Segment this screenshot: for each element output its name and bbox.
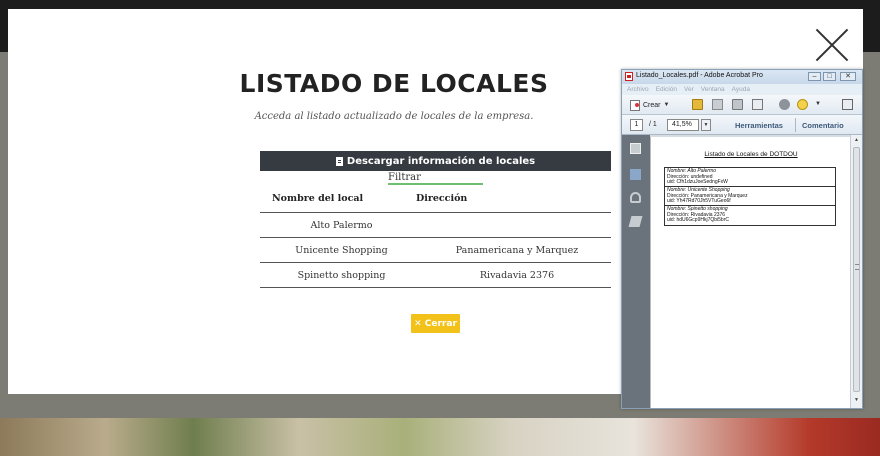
menu-ayuda[interactable]: Ayuda [732,84,750,95]
modal-title: LISTADO DE LOCALES [239,69,549,98]
save-icon[interactable] [712,99,723,110]
grip-icon [855,264,859,270]
acrobat-window: Listado_Locales.pdf - Adobe Acrobat Pro … [621,69,863,409]
local-address: Panamericana y Marquez [455,245,579,256]
scroll-down-icon[interactable]: ▼ [852,397,861,405]
zoom-input[interactable]: 41,5% [667,119,699,131]
acrobat-navbar: 1 / 1 41,5% ▼ Herramientas Comentario [622,115,862,135]
pdf-viewport[interactable]: Listado de Locales de DOTDOU Nombre: Alt… [650,135,850,408]
local-name: Unicente Shopping [295,245,388,256]
pdf-page: Listado de Locales de DOTDOU Nombre: Alt… [650,137,850,408]
pdf-icon [625,72,633,81]
acrobat-titlebar[interactable]: Listado_Locales.pdf - Adobe Acrobat Pro … [622,70,862,84]
menu-archivo[interactable]: Archivo [627,84,649,95]
table-row: Alto Palermo [260,212,611,237]
close-icon[interactable] [814,27,850,63]
pdf-entry-uid: uid: hdU6Gcp9Hkj7Qbi5brC [667,217,729,224]
create-pdf-icon [630,99,640,111]
print-icon[interactable] [732,99,743,110]
pdf-entry: Nombre: Spinetto shopping Dirección: Riv… [665,206,835,225]
menu-ventana[interactable]: Ventana [701,84,725,95]
cerrar-button[interactable]: ✕ Cerrar [411,314,460,333]
create-label: Crear [643,101,661,109]
zoom-dropdown[interactable]: ▼ [701,119,711,131]
pdf-entry: Nombre: Alto Palermo Dirección: undefine… [665,168,835,187]
chevron-down-icon: ▼ [663,102,670,108]
acrobat-toolbar: Crear ▼ ▼ [622,95,862,115]
download-label: Descargar información de locales [346,155,536,167]
gear-icon[interactable] [779,99,790,110]
acrobat-window-title: Listado_Locales.pdf - Adobe Acrobat Pro [636,72,763,79]
tools-link[interactable]: Herramientas [735,121,783,130]
column-header-name: Nombre del local [272,193,364,204]
local-name: Alto Palermo [310,220,373,231]
bookmark-icon[interactable] [630,169,641,180]
modal-subtitle: Acceda al listado actualizado de locales… [254,111,534,122]
local-name: Spinetto shopping [297,270,386,281]
background-photo [0,418,880,456]
table-row: Spinetto shopping Rivadavia 2376 [260,262,611,287]
comment-icon[interactable] [797,99,808,110]
pages-icon[interactable] [630,143,641,154]
download-button[interactable]: Descargar información de locales [260,151,611,171]
attachment-icon[interactable] [630,192,641,203]
filter-input[interactable] [388,172,483,185]
nav-divider [795,118,796,132]
create-button[interactable]: Crear ▼ [630,98,669,112]
acrobat-menubar: Archivo Edición Ver Ventana Ayuda [622,84,862,95]
page-total: / 1 [649,121,657,128]
pdf-heading: Listado de Locales de DOTDOU [704,151,798,158]
pdf-entry-uid: uid: Cfh1dzuJoeSedngFxW [667,179,728,186]
table-bottom-border [260,287,611,288]
local-address: Rivadavia 2376 [479,270,555,281]
minimize-button[interactable]: – [808,72,821,81]
menu-edicion[interactable]: Edición [656,84,677,95]
scrollbar-thumb[interactable] [853,147,860,392]
window-close-button[interactable]: ✕ [840,72,856,81]
document-icon [335,156,343,166]
scroll-up-icon[interactable]: ▲ [852,137,861,145]
page-number-input[interactable]: 1 [630,119,643,131]
acrobat-sidebar [622,135,650,408]
pdf-table: Nombre: Alto Palermo Dirección: undefine… [664,167,836,226]
expand-icon[interactable] [842,99,853,110]
pdf-entry: Nombre: Unicente Shopping Dirección: Pan… [665,187,835,206]
signature-icon[interactable] [628,216,643,227]
menu-ver[interactable]: Ver [684,84,694,95]
vertical-scrollbar[interactable]: ▲ ▼ [850,135,862,408]
table-row: Unicente Shopping Panamericana y Marquez [260,237,611,262]
maximize-button[interactable]: □ [823,72,836,81]
column-header-address: Dirección [416,193,468,204]
mail-icon[interactable] [752,99,763,110]
comment-link[interactable]: Comentario [802,121,844,130]
pdf-entry-uid: uid: Yh47Rd70Jh5VTuGeo6f [667,198,731,205]
chevron-down-icon[interactable]: ▼ [815,101,826,112]
folder-icon[interactable] [692,99,703,110]
